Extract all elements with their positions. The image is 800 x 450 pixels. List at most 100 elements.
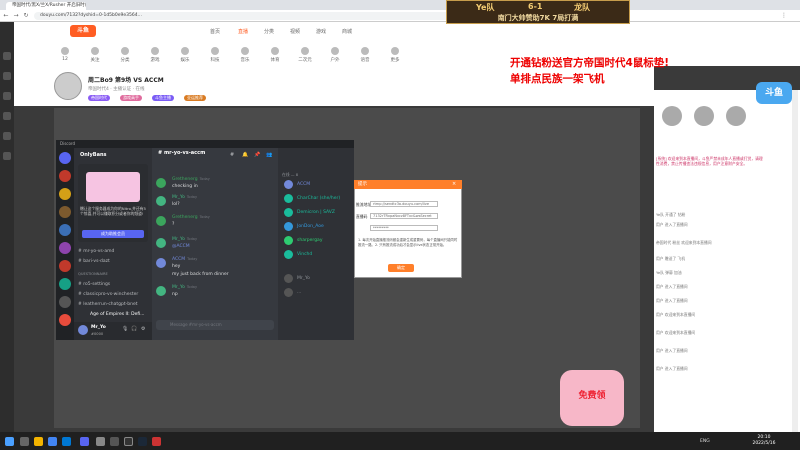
- cat-item[interactable]: 二次元: [290, 47, 320, 63]
- cat-item[interactable]: 语音: [350, 47, 380, 63]
- server-icon[interactable]: [59, 242, 71, 254]
- avatar[interactable]: [662, 106, 682, 126]
- nav-home[interactable]: 首页: [210, 28, 220, 35]
- avatar[interactable]: [284, 222, 293, 231]
- channel-item[interactable]: # bari-vs-dazt: [78, 259, 110, 264]
- clock[interactable]: 20:10 2022/5/16: [744, 435, 784, 446]
- room-tag[interactable]: 亚运推荐: [184, 95, 206, 101]
- menu-icon[interactable]: ⋮: [780, 12, 788, 20]
- server-icon[interactable]: [59, 170, 71, 182]
- server-icon[interactable]: [59, 296, 71, 308]
- ok-button[interactable]: 确定: [388, 264, 414, 272]
- server-icon[interactable]: [59, 260, 71, 272]
- nav-shop[interactable]: 商城: [342, 28, 352, 35]
- member-name[interactable]: ...: [297, 290, 301, 295]
- avatar[interactable]: [284, 194, 293, 203]
- threads-icon[interactable]: #: [230, 152, 234, 158]
- avatar[interactable]: [284, 274, 293, 283]
- avatar[interactable]: [284, 288, 293, 297]
- avatar[interactable]: [694, 106, 714, 126]
- room-tag[interactable]: 斗鱼主播: [152, 95, 174, 101]
- bell-icon[interactable]: 🔔: [242, 152, 248, 158]
- site-logo[interactable]: 斗鱼: [70, 25, 96, 37]
- mic-icon[interactable]: 🎙: [122, 326, 128, 332]
- tray-language[interactable]: ENG: [700, 439, 710, 444]
- cat-item[interactable]: 体育: [260, 47, 290, 63]
- member-name[interactable]: JonDon_Aoe: [297, 224, 324, 229]
- browser-tab[interactable]: 帝国时代/黑X/兰X/Rusher 开启旧时代: [6, 2, 86, 10]
- search-icon[interactable]: [20, 437, 29, 446]
- stream-key-field[interactable]: 7132rTRxpaNxcz8FTxc&wsSecret: [370, 213, 438, 219]
- cat-item[interactable]: 游戏: [140, 47, 170, 63]
- avatar[interactable]: [284, 208, 293, 217]
- scrollbar[interactable]: [792, 90, 798, 432]
- obs-icon[interactable]: [124, 437, 133, 446]
- edge-icon[interactable]: [62, 437, 71, 446]
- cat-item[interactable]: 娱乐: [170, 47, 200, 63]
- cat-item[interactable]: 音乐: [230, 47, 260, 63]
- avatar[interactable]: [78, 325, 88, 335]
- member-name[interactable]: Mr_Yo: [297, 276, 310, 281]
- cat-item[interactable]: 12: [50, 47, 80, 62]
- member-name[interactable]: ACCM: [297, 182, 310, 187]
- avatar[interactable]: [284, 236, 293, 245]
- member-name[interactable]: Demicron | SAVZ: [297, 210, 335, 215]
- server-icon[interactable]: [59, 152, 71, 164]
- nav-game[interactable]: 游戏: [316, 28, 326, 35]
- cat-item[interactable]: 更多: [380, 47, 410, 63]
- nitro-button[interactable]: 成为助推会员: [82, 230, 144, 238]
- sidebar-category-icon[interactable]: [3, 92, 11, 100]
- steam-icon[interactable]: [138, 437, 147, 446]
- avatar[interactable]: [156, 216, 166, 226]
- avatar[interactable]: [726, 106, 746, 126]
- server-icon[interactable]: [59, 314, 71, 326]
- cat-item[interactable]: 科技: [200, 47, 230, 63]
- server-name[interactable]: OnlyBans: [80, 152, 107, 158]
- member-name[interactable]: CharChar (she/her): [297, 196, 340, 201]
- app-icon[interactable]: [110, 437, 119, 446]
- avatar[interactable]: [284, 180, 293, 189]
- app-icon[interactable]: [152, 437, 161, 446]
- sidebar-video-icon[interactable]: [3, 112, 11, 120]
- members-icon[interactable]: 👥: [266, 152, 272, 158]
- headphone-icon[interactable]: 🎧: [131, 326, 137, 332]
- server-icon[interactable]: [59, 206, 71, 218]
- stream-password-field[interactable]: *********: [370, 225, 438, 231]
- channel-item[interactable]: # ro5-settings: [78, 282, 110, 287]
- nav-video[interactable]: 视频: [290, 28, 300, 35]
- start-icon[interactable]: [5, 437, 14, 446]
- server-icon[interactable]: [59, 188, 71, 200]
- sidebar-more-icon[interactable]: [3, 152, 11, 160]
- server-icon[interactable]: [59, 224, 71, 236]
- cat-item[interactable]: 关注: [80, 47, 110, 63]
- nav-live[interactable]: 直播: [238, 28, 248, 35]
- discord-icon[interactable]: [80, 437, 89, 446]
- room-tag[interactable]: 帝国时代: [88, 95, 110, 101]
- sidebar-home-icon[interactable]: [3, 52, 11, 60]
- member-name[interactable]: sharpergay: [297, 238, 322, 243]
- server-icon[interactable]: [59, 278, 71, 290]
- channel-item[interactable]: # mr-yo-vs-amd: [78, 249, 114, 254]
- cat-item[interactable]: 分类: [110, 47, 140, 63]
- back-icon[interactable]: ←: [2, 12, 10, 20]
- explorer-icon[interactable]: [34, 437, 43, 446]
- avatar[interactable]: [284, 250, 293, 259]
- nav-category[interactable]: 分类: [264, 28, 274, 35]
- forward-icon[interactable]: →: [12, 12, 20, 20]
- sidebar-follow-icon[interactable]: [3, 72, 11, 80]
- room-tag[interactable]: 游戏高手: [120, 95, 142, 101]
- message-input[interactable]: Message #mr-yo-vs-accm: [156, 320, 274, 330]
- pin-icon[interactable]: 📌: [254, 152, 260, 158]
- channel-item[interactable]: # leatherrun-chatgpt-bnet: [78, 302, 138, 307]
- chrome-icon[interactable]: [48, 437, 57, 446]
- avatar[interactable]: [156, 286, 166, 296]
- gear-icon[interactable]: ⚙: [141, 326, 145, 332]
- member-name[interactable]: Vinchd: [297, 252, 312, 257]
- avatar[interactable]: [156, 258, 166, 268]
- avatar[interactable]: [156, 238, 166, 248]
- channel-category[interactable]: QUESTIONNAIRE: [78, 272, 108, 276]
- close-icon[interactable]: ×: [452, 181, 456, 187]
- reload-icon[interactable]: ↻: [22, 12, 30, 20]
- stream-url-field[interactable]: rtmp://sendtc3a.douyu.com/live: [370, 201, 438, 207]
- sidebar-game-icon[interactable]: [3, 132, 11, 140]
